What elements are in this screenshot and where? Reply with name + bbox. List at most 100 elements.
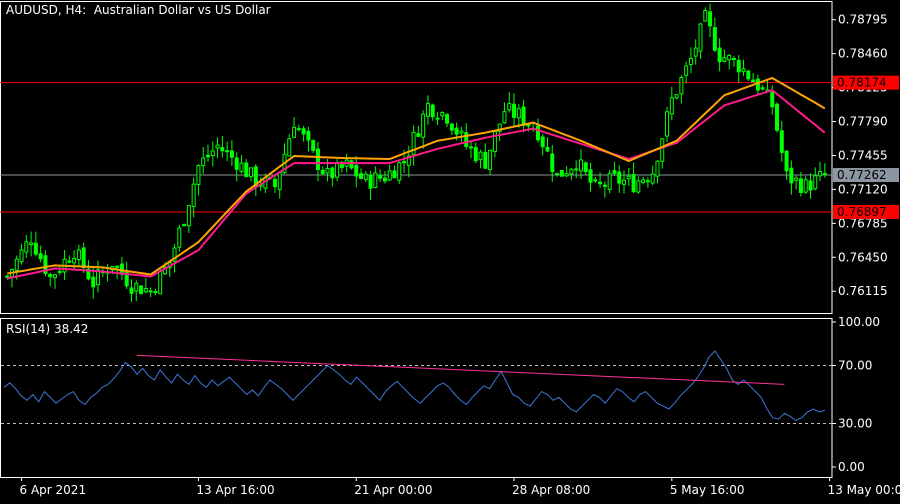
candle-body xyxy=(736,59,741,73)
candle-body xyxy=(244,162,249,178)
rsi-axis-tick-label: 30.00 xyxy=(838,417,872,431)
candle-body xyxy=(158,270,163,295)
candle-body xyxy=(306,130,311,141)
rsi-panel-frame xyxy=(0,318,833,478)
candle-body xyxy=(315,148,320,170)
candle-body xyxy=(72,257,77,264)
candle-body xyxy=(354,164,359,177)
candle-body xyxy=(555,172,560,176)
candle-body xyxy=(473,147,478,162)
candle-body xyxy=(67,260,72,263)
rsi-axis-tick-label: 100.00 xyxy=(838,315,880,329)
candle-body xyxy=(669,97,674,115)
candle-body xyxy=(540,136,545,148)
candle-body xyxy=(19,249,24,263)
price-panel-frame xyxy=(0,1,833,314)
candle-body xyxy=(665,111,670,137)
candle-body xyxy=(5,275,10,278)
candle-body xyxy=(770,91,775,108)
candle-body xyxy=(296,128,301,131)
candle-body xyxy=(445,114,450,124)
candle-body xyxy=(712,27,717,51)
candle-body xyxy=(693,47,698,57)
candle-body xyxy=(115,265,120,268)
candle-body xyxy=(359,173,364,179)
candle-body xyxy=(378,174,383,179)
candle-body xyxy=(292,126,297,138)
candle-body xyxy=(492,131,497,152)
candle-body xyxy=(703,10,708,22)
candle-body xyxy=(569,168,574,175)
candle-body xyxy=(14,258,19,271)
time-axis-tick-label: 6 Apr 2021 xyxy=(20,483,87,497)
candle-body xyxy=(636,180,641,193)
candle-body xyxy=(459,130,464,134)
candle-body xyxy=(784,150,789,172)
candle-body xyxy=(57,270,62,273)
candle-body xyxy=(708,11,713,27)
candle-body xyxy=(516,108,521,119)
candle-body xyxy=(435,117,440,120)
candle-body xyxy=(559,169,564,177)
candle-body xyxy=(91,276,96,288)
price-axis-tick-label: 0.77455 xyxy=(838,148,888,162)
candle-body xyxy=(24,241,29,253)
candle-body xyxy=(626,175,631,180)
candle-body xyxy=(808,180,813,191)
candle-body xyxy=(210,150,215,157)
rsi-axis-tick-label: 70.00 xyxy=(838,359,872,373)
candle-body xyxy=(29,242,34,246)
candle-body xyxy=(660,138,665,162)
candle-body xyxy=(731,58,736,61)
time-axis-tick-label: 13 May 00:00 xyxy=(828,483,900,497)
candle-body xyxy=(48,273,53,278)
candle-body xyxy=(650,173,655,184)
candle-body xyxy=(206,154,210,158)
candle-body xyxy=(177,227,182,248)
candle-body xyxy=(186,205,191,227)
candle-body xyxy=(598,181,603,185)
candle-body xyxy=(397,162,402,181)
candle-body xyxy=(588,169,593,183)
time-axis-tick-label: 13 Apr 16:00 xyxy=(196,483,274,497)
candle-body xyxy=(679,77,684,95)
candle-body xyxy=(775,103,780,131)
candle-body xyxy=(674,94,679,99)
symbol-title: AUDUSD, H4: Australian Dollar vs US Doll… xyxy=(6,3,271,17)
candle-body xyxy=(564,173,569,177)
price-axis-tick-label: 0.78795 xyxy=(838,13,888,27)
candle-body xyxy=(512,103,517,118)
chart-canvas[interactable]: 0.787950.784600.781250.777900.774550.771… xyxy=(0,0,900,500)
candle-body xyxy=(373,172,378,189)
price-axis-tick-label: 0.77790 xyxy=(838,115,888,129)
candle-body xyxy=(148,290,153,293)
hline-resistance-tag-label: 0.78174 xyxy=(837,76,887,90)
candle-body xyxy=(751,79,756,83)
candle-body xyxy=(249,167,254,178)
candle-body xyxy=(320,169,325,175)
candle-body xyxy=(468,146,473,149)
candle-body xyxy=(349,160,354,169)
candle-body xyxy=(803,179,808,193)
candle-body xyxy=(287,138,292,157)
candle-body xyxy=(191,183,196,207)
candle-body xyxy=(550,153,555,173)
candle-body xyxy=(234,157,239,170)
candle-body xyxy=(76,249,81,261)
candle-body xyxy=(392,170,397,179)
candle-body xyxy=(488,149,493,171)
chart-window[interactable]: 0.787950.784600.781250.777900.774550.771… xyxy=(0,0,900,500)
candle-body xyxy=(655,160,660,177)
indicator-title: RSI(14) 38.42 xyxy=(6,322,88,336)
candle-body xyxy=(622,179,626,185)
time-axis-tick-label: 21 Apr 00:00 xyxy=(354,483,432,497)
candle-body xyxy=(33,242,38,255)
candle-body xyxy=(746,70,751,80)
candle-body xyxy=(430,104,435,118)
candle-body xyxy=(440,111,445,117)
time-axis-tick-label: 28 Apr 08:00 xyxy=(512,483,590,497)
candle-body xyxy=(727,54,732,61)
candle-body xyxy=(502,111,507,124)
candle-body xyxy=(717,47,722,63)
candle-body xyxy=(684,65,689,76)
